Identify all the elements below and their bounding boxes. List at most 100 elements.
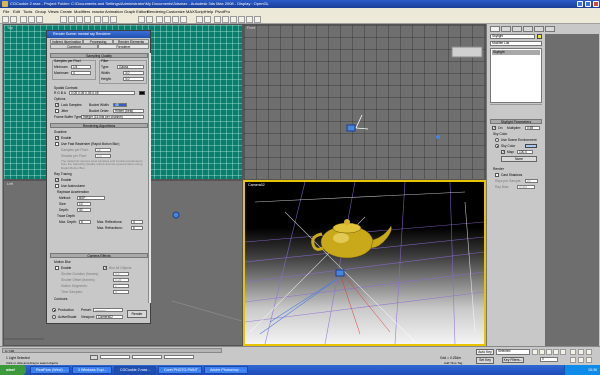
modifier-stack[interactable]: Skylight (490, 48, 542, 103)
next-frame-icon[interactable] (553, 349, 559, 355)
contrast-color-swatch[interactable] (139, 91, 145, 95)
start-button[interactable]: start (0, 365, 26, 375)
menu-pivotpro[interactable]: PivotPro (215, 8, 230, 15)
tab-renderer[interactable]: Renderer (98, 44, 149, 49)
menu-group[interactable]: Group (35, 8, 46, 15)
size-spinner[interactable]: 10 (77, 202, 91, 206)
preset-select[interactable]: ---------- (93, 308, 123, 312)
select-by-name-icon[interactable] (68, 16, 75, 23)
depth-spinner[interactable]: 40 (77, 208, 91, 212)
motion-segments-spinner[interactable]: 1 (113, 284, 129, 288)
ra-samples-select[interactable]: 16 (95, 148, 111, 152)
time-slider[interactable]: 0 / 100 (2, 348, 222, 353)
redo-icon[interactable] (10, 16, 17, 23)
task-photoshop[interactable]: Adobe Photoshop - ... (204, 366, 248, 374)
key-filters-button[interactable]: Key Filters... (502, 357, 524, 363)
select-icon[interactable] (60, 16, 67, 23)
dialog-scrollbar[interactable] (148, 53, 151, 303)
map-none-button[interactable]: None (501, 156, 537, 162)
tab-common[interactable]: Common (50, 44, 98, 49)
task-realflow[interactable]: RealFlow (Wind) - ... (30, 366, 70, 374)
minimum-select[interactable]: 1/4 (71, 65, 91, 69)
max-reflections-spinner[interactable]: 4 (131, 220, 143, 224)
utilities-tab-icon[interactable] (545, 26, 555, 32)
angle-snap-icon[interactable] (164, 16, 171, 23)
x-coord-field[interactable] (100, 355, 130, 359)
frame-buffer-select[interactable]: Integer (16 bits per channel) (81, 115, 144, 119)
menu-edit[interactable]: Edit (13, 8, 20, 15)
key-mode-select[interactable]: Selected (496, 349, 530, 355)
menu-reactor[interactable]: reactor (92, 8, 104, 15)
blur-all-checkbox[interactable] (103, 266, 107, 270)
modify-tab-icon[interactable] (501, 26, 511, 32)
layer-manager-icon[interactable] (214, 16, 221, 23)
rollout-camera-effects[interactable]: Camera Effects (50, 253, 148, 258)
motion-blur-enable-checkbox[interactable] (55, 266, 59, 270)
bucket-width-spinner[interactable]: 48 (113, 103, 127, 107)
lock-samples-checkbox[interactable] (55, 103, 59, 107)
display-tab-icon[interactable] (534, 26, 544, 32)
menu-create[interactable]: Create (60, 8, 72, 15)
material-editor-icon[interactable] (238, 16, 245, 23)
max-depth-spinner[interactable]: 6 (79, 220, 91, 224)
schematic-view-icon[interactable] (230, 16, 237, 23)
menu-rendering[interactable]: Rendering (147, 8, 165, 15)
lock-selection-icon[interactable] (90, 355, 98, 360)
fast-rasterizer-checkbox[interactable] (55, 142, 59, 146)
stack-item-skylight[interactable]: Skylight (492, 50, 540, 55)
shades-spinner[interactable]: 1.0 (95, 154, 111, 158)
maximize-viewport-icon[interactable] (586, 357, 592, 363)
cast-shadows-checkbox[interactable] (495, 173, 499, 177)
skylight-on-checkbox[interactable] (492, 126, 496, 130)
filter-height-spinner[interactable]: 3.0 (123, 77, 144, 81)
menu-file[interactable]: File (3, 8, 9, 15)
shutter-offset-spinner[interactable]: 0.25 (113, 278, 129, 282)
rollout-skylight-params[interactable]: Skylight Parameters (490, 119, 542, 124)
viewport-camera[interactable]: Camera02 (243, 180, 486, 346)
menu-graph-editors[interactable]: Graph Editors (124, 8, 149, 15)
jitter-checkbox[interactable] (55, 109, 59, 113)
task-3dsmax[interactable]: CGCookie 2.max ... (114, 366, 156, 374)
auto-key-button[interactable]: Auto Key (476, 349, 494, 355)
production-radio[interactable] (52, 308, 56, 312)
set-key-button[interactable]: Set Key (476, 357, 494, 364)
bucket-order-select[interactable]: Hilbert (best) (113, 109, 144, 113)
menu-views[interactable]: Views (48, 8, 59, 15)
manipulate-icon[interactable] (146, 16, 153, 23)
undo-icon[interactable] (2, 16, 9, 23)
goto-start-icon[interactable] (532, 349, 538, 355)
viewport-top-label[interactable]: Top (7, 26, 13, 30)
close-button[interactable] (593, 1, 599, 7)
viewcube-icon[interactable] (451, 46, 483, 58)
sky-color-radio[interactable] (495, 144, 499, 148)
object-name-field[interactable]: Skylight (490, 34, 535, 39)
zoom-extents-icon[interactable] (570, 357, 576, 363)
filter-type-select[interactable]: Gauss (117, 65, 144, 69)
task-explorer[interactable]: 3 Windows Expl... (72, 366, 112, 374)
mirror-icon[interactable] (196, 16, 203, 23)
render-icon[interactable] (254, 16, 261, 23)
move-icon[interactable] (94, 16, 101, 23)
hierarchy-tab-icon[interactable] (512, 26, 522, 32)
orbit-icon[interactable] (586, 349, 592, 355)
z-coord-field[interactable] (164, 355, 194, 359)
snap-icon[interactable] (156, 16, 163, 23)
rect-select-icon[interactable] (76, 16, 83, 23)
y-coord-field[interactable] (132, 355, 162, 359)
menu-modifiers[interactable]: Modifiers (74, 8, 90, 15)
maximize-button[interactable] (585, 1, 591, 7)
max-refractions-spinner[interactable]: 6 (131, 226, 143, 230)
fov-icon[interactable] (578, 357, 584, 363)
autovolume-checkbox[interactable] (55, 184, 59, 188)
motion-tab-icon[interactable] (523, 26, 533, 32)
percent-snap-icon[interactable] (172, 16, 179, 23)
play-icon[interactable] (546, 349, 552, 355)
spinner-snap-icon[interactable] (180, 16, 187, 23)
align-icon[interactable] (204, 16, 211, 23)
use-scene-env-radio[interactable] (495, 138, 499, 142)
scanline-enable-checkbox[interactable] (55, 136, 59, 140)
rgba-spinners[interactable]: 0.05 0.05 0.05 0.05 (69, 91, 135, 95)
rays-per-sample-spinner[interactable]: 20 (525, 179, 538, 183)
pivot-icon[interactable] (138, 16, 145, 23)
raytrace-enable-checkbox[interactable] (55, 178, 59, 182)
